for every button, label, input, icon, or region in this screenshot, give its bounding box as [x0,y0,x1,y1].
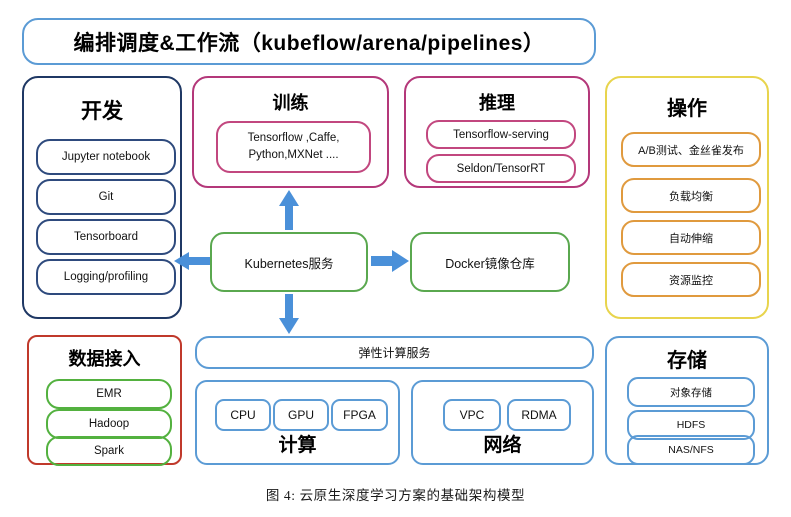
training-title: 训练 [272,93,309,113]
compute-chip-gpu: GPU [273,399,329,431]
k8s-to-training-arrow [277,190,301,230]
operations-section: 操作 A/B测试、金丝雀发布 负载均衡 自动伸缩 资源监控 [605,76,769,319]
k8s-to-elastic-compute-arrow [277,294,301,334]
operations-title: 操作 [667,98,707,120]
operations-item-resource-monitor: 资源监控 [621,262,761,297]
storage-section: 存储 对象存储 HDFS NAS/NFS [605,336,769,465]
inference-section: 推理 Tensorflow-serving Seldon/TensorRT [404,76,590,188]
operations-item-auto-scaling: 自动伸缩 [621,220,761,255]
figure-caption: 图 4: 云原生深度学习方案的基础架构模型 [265,488,526,503]
data-access-title: 数据接入 [68,349,141,369]
development-item-logging-profiling: Logging/profiling [36,259,176,295]
elastic-compute-service-box: 弹性计算服务 [195,336,594,369]
storage-item-object-storage: 对象存储 [627,377,755,407]
kubernetes-service-box: Kubernetes服务 [210,232,368,292]
development-title: 开发 [81,100,123,123]
inference-title: 推理 [479,93,515,113]
development-section: 开发 Jupyter notebook Git Tensorboard Logg… [22,76,182,319]
compute-chip-cpu: CPU [215,399,271,431]
k8s-to-docker-arrow [371,248,409,274]
docker-registry-label: Docker镜像仓库 [445,256,535,271]
elastic-compute-service-label: 弹性计算服务 [358,346,431,360]
compute-title: 计算 [278,435,317,456]
inference-item-tensorflow-serving: Tensorflow-serving [426,120,576,149]
training-section: 训练 Tensorflow ,Caffe, Python,MXNet .... [192,76,389,188]
network-chip-rdma: RDMA [507,399,571,431]
storage-item-nas-nfs: NAS/NFS [627,435,755,465]
storage-title: 存储 [667,350,707,372]
development-item-tensorboard: Tensorboard [36,219,176,255]
kubernetes-service-label: Kubernetes服务 [244,256,334,271]
data-access-item-spark: Spark [46,436,172,466]
compute-section: CPU GPU FPGA 计算 [195,380,400,465]
orchestration-workflow-title: 编排调度&工作流（kubeflow/arena/pipelines） [73,31,545,55]
development-item-git: Git [36,179,176,215]
data-access-item-hadoop: Hadoop [46,409,172,439]
training-item-frameworks: Tensorflow ,Caffe, Python,MXNet .... [216,121,371,173]
development-item-jupyter-notebook: Jupyter notebook [36,139,176,175]
network-title: 网络 [483,435,522,456]
operations-item-ab-testing-canary: A/B测试、金丝雀发布 [621,132,761,167]
k8s-to-development-arrow [174,250,210,272]
network-section: VPC RDMA 网络 [411,380,594,465]
inference-item-seldon-tensorrt: Seldon/TensorRT [426,154,576,183]
network-chip-vpc: VPC [443,399,501,431]
data-access-section: 数据接入 EMR Hadoop Spark [27,335,182,466]
compute-chip-fpga: FPGA [331,399,388,431]
docker-registry-box: Docker镜像仓库 [410,232,570,292]
orchestration-workflow-box: 编排调度&工作流（kubeflow/arena/pipelines） [22,18,596,65]
data-access-item-emr: EMR [46,379,172,409]
architecture-diagram: 编排调度&工作流（kubeflow/arena/pipelines） 开发 Ju… [0,0,791,517]
operations-item-load-balancing: 负载均衡 [621,178,761,213]
